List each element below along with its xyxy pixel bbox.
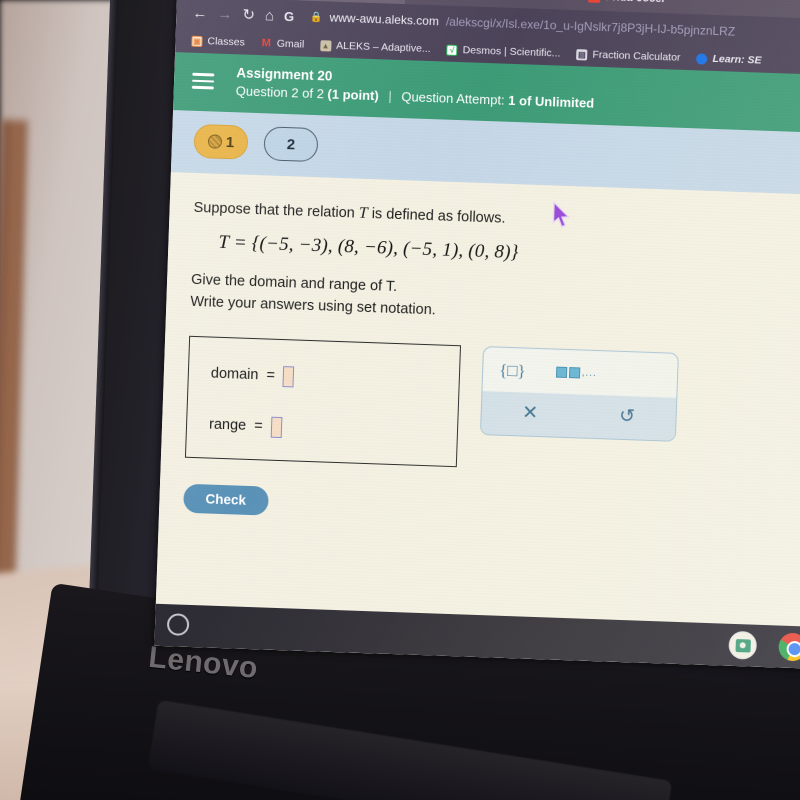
desmos-icon: √ bbox=[446, 44, 458, 56]
learn-icon bbox=[696, 52, 708, 65]
undo-button[interactable]: ↺ bbox=[619, 405, 636, 429]
set-notation-button[interactable]: {□} bbox=[499, 361, 526, 382]
tab-title: Google Slides: Online bbox=[434, 0, 541, 1]
question-pill-label: 1 bbox=[225, 133, 235, 151]
bookmark-aleks[interactable]: ▲ ALEKS – Adaptive... bbox=[319, 39, 431, 56]
aleks-icon: ▲ bbox=[319, 39, 332, 52]
photograph-of-laptop: Lenovo ▣ Classes ✕ ▣ Classes ✕ G Google … bbox=[0, 0, 800, 800]
bookmark-gmail[interactable]: M Gmail bbox=[261, 37, 305, 51]
bookmark-label: Desmos | Scientific... bbox=[462, 44, 561, 60]
equals-sign: = bbox=[266, 367, 276, 385]
equals-sign: = bbox=[253, 418, 263, 435]
instruction-text-a: Give the domain and range of bbox=[190, 271, 383, 295]
question-pill-label: 2 bbox=[286, 135, 296, 153]
back-icon[interactable]: ← bbox=[192, 4, 208, 22]
header-separator: | bbox=[388, 88, 392, 105]
google-search-icon[interactable]: G bbox=[284, 8, 295, 23]
domain-input[interactable] bbox=[282, 366, 295, 388]
bookmark-label: Fraction Calculator bbox=[592, 48, 681, 64]
mouse-pointer bbox=[551, 200, 574, 235]
hamburger-icon[interactable] bbox=[191, 72, 215, 90]
list-ellipsis: ,... bbox=[581, 367, 598, 380]
question-points: (1 point) bbox=[327, 86, 379, 104]
launcher-icon[interactable] bbox=[166, 613, 190, 636]
prompt-text-end: is defined as follows. bbox=[371, 206, 506, 227]
classroom-icon: ▣ bbox=[191, 35, 203, 47]
question-content: Suppose that the relation T is defined a… bbox=[154, 172, 800, 670]
tab-title: Frida-Jocel bbox=[606, 0, 665, 5]
list-placeholder-box-icon bbox=[568, 367, 580, 379]
question-instructions: Give the domain and range of T. Write yo… bbox=[190, 269, 800, 337]
home-icon[interactable]: ⌂ bbox=[265, 7, 275, 24]
question-progress: Question 2 of 2 bbox=[235, 83, 325, 102]
reload-icon[interactable]: ↻ bbox=[242, 6, 255, 23]
set-definition-text: T = {(−5, −3), (8, −6), (−5, 1), (0, 8)} bbox=[218, 231, 519, 264]
forward-icon[interactable]: → bbox=[217, 5, 233, 23]
math-toolbar-row-1: {□} ,... bbox=[482, 347, 677, 398]
bookmark-label: Classes bbox=[207, 35, 246, 49]
bookmark-label: ALEKS – Adaptive... bbox=[335, 39, 431, 56]
relation-symbol: T bbox=[358, 204, 369, 222]
chrome-icon[interactable] bbox=[778, 632, 800, 662]
list-placeholder-box-icon bbox=[555, 367, 567, 379]
attempt-label: Question Attempt: bbox=[401, 89, 505, 109]
relation-definition: T = {(−5, −3), (8, −6), (−5, 1), (0, 8)} bbox=[218, 232, 800, 276]
attempt-value: 1 of Unlimited bbox=[507, 93, 595, 112]
bookmark-learn[interactable]: Learn: SE bbox=[696, 52, 762, 67]
domain-answer-row: domain = bbox=[210, 364, 459, 394]
lock-icon: 🔒 bbox=[309, 11, 323, 23]
gmail-icon: M bbox=[261, 37, 272, 50]
url-host: www-awu.aleks.com bbox=[329, 10, 440, 29]
question-pill-1[interactable]: 1 bbox=[193, 123, 249, 160]
range-input[interactable] bbox=[270, 416, 282, 438]
range-answer-row: range = bbox=[209, 414, 458, 444]
answer-input-box: domain = range = bbox=[184, 335, 462, 468]
question-pill-2[interactable]: 2 bbox=[263, 126, 319, 163]
prompt-text-start: Suppose that the relation bbox=[193, 199, 356, 222]
bookmark-label: Learn: SE bbox=[712, 52, 762, 67]
clear-button[interactable]: ✕ bbox=[522, 401, 539, 425]
instruction-period: . bbox=[392, 278, 398, 296]
bookmark-fraction-calculator[interactable]: ▤ Fraction Calculator bbox=[576, 48, 681, 64]
answer-area: domain = range = {□} ,... ✕ ↺ bbox=[184, 335, 800, 481]
math-toolbar-row-2: ✕ ↺ bbox=[480, 390, 677, 441]
list-notation-button[interactable]: ,... bbox=[555, 367, 598, 380]
bookmark-desmos[interactable]: √ Desmos | Scientific... bbox=[446, 44, 561, 60]
google-classroom-icon[interactable] bbox=[728, 630, 758, 660]
close-tab-icon[interactable]: ✕ bbox=[560, 0, 571, 3]
url-path: /alekscgi/x/Isl.exe/1o_u-IgNslkr7j8P3jH-… bbox=[445, 14, 736, 39]
fraction-calculator-icon: ▤ bbox=[576, 48, 588, 61]
completed-badge-icon bbox=[207, 134, 223, 149]
range-label: range bbox=[208, 416, 247, 435]
bookmark-classes[interactable]: ▣ Classes bbox=[191, 35, 245, 49]
doc-icon bbox=[587, 0, 601, 3]
check-button[interactable]: Check bbox=[183, 483, 269, 516]
math-input-toolbar: {□} ,... ✕ ↺ bbox=[479, 345, 679, 442]
domain-label: domain bbox=[210, 366, 259, 384]
bookmark-label: Gmail bbox=[276, 37, 305, 51]
laptop-screen: ▣ Classes ✕ ▣ Classes ✕ G Google Slides:… bbox=[154, 0, 800, 670]
